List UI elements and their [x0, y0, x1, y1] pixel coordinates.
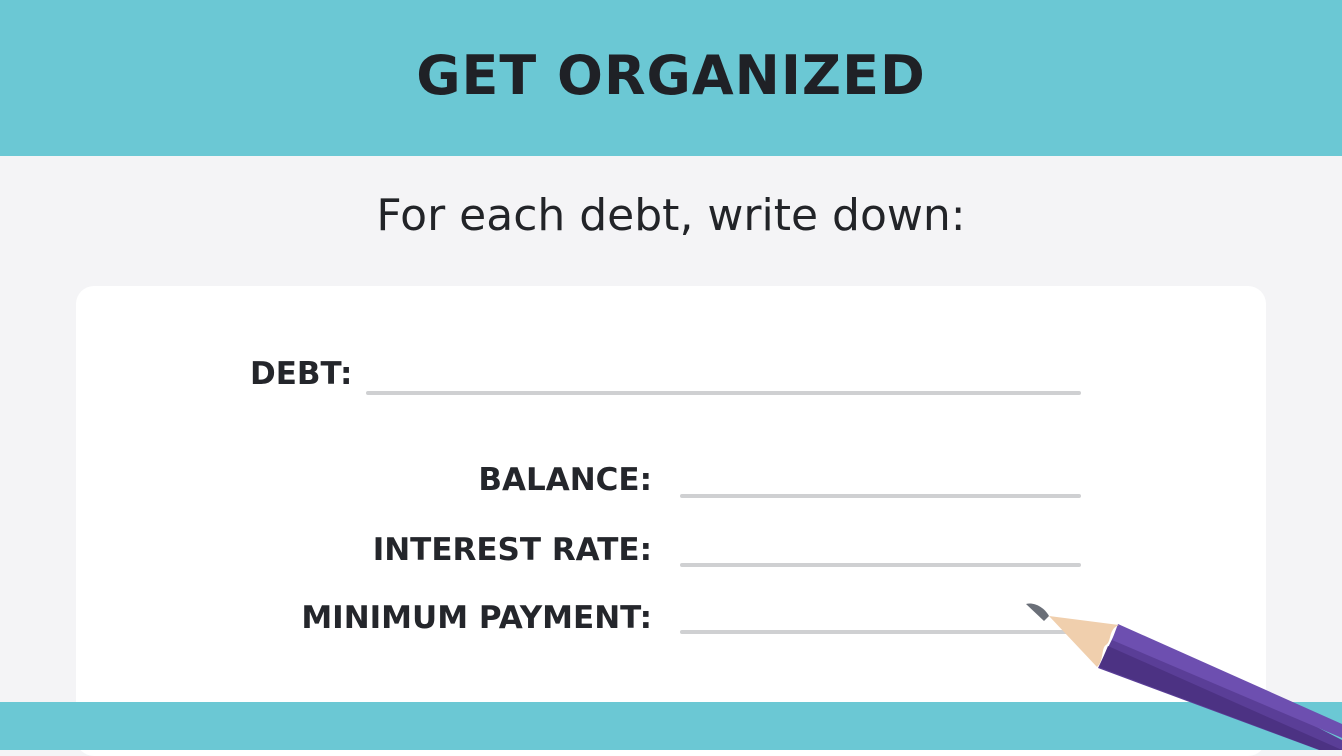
- interest-rate-field-line: [680, 563, 1081, 567]
- minimum-payment-label: MINIMUM PAYMENT:: [301, 600, 652, 636]
- balance-field-line: [680, 494, 1081, 498]
- interest-rate-label: INTEREST RATE:: [372, 532, 652, 568]
- footer-banner: [0, 702, 1342, 750]
- minimum-payment-field-line: [680, 630, 1081, 634]
- debt-label: DEBT:: [250, 356, 353, 392]
- debt-field-line: [366, 391, 1081, 395]
- balance-label: BALANCE:: [478, 462, 652, 498]
- page-title: GET ORGANIZED: [416, 44, 926, 107]
- instructions-subtitle: For each debt, write down:: [376, 190, 966, 241]
